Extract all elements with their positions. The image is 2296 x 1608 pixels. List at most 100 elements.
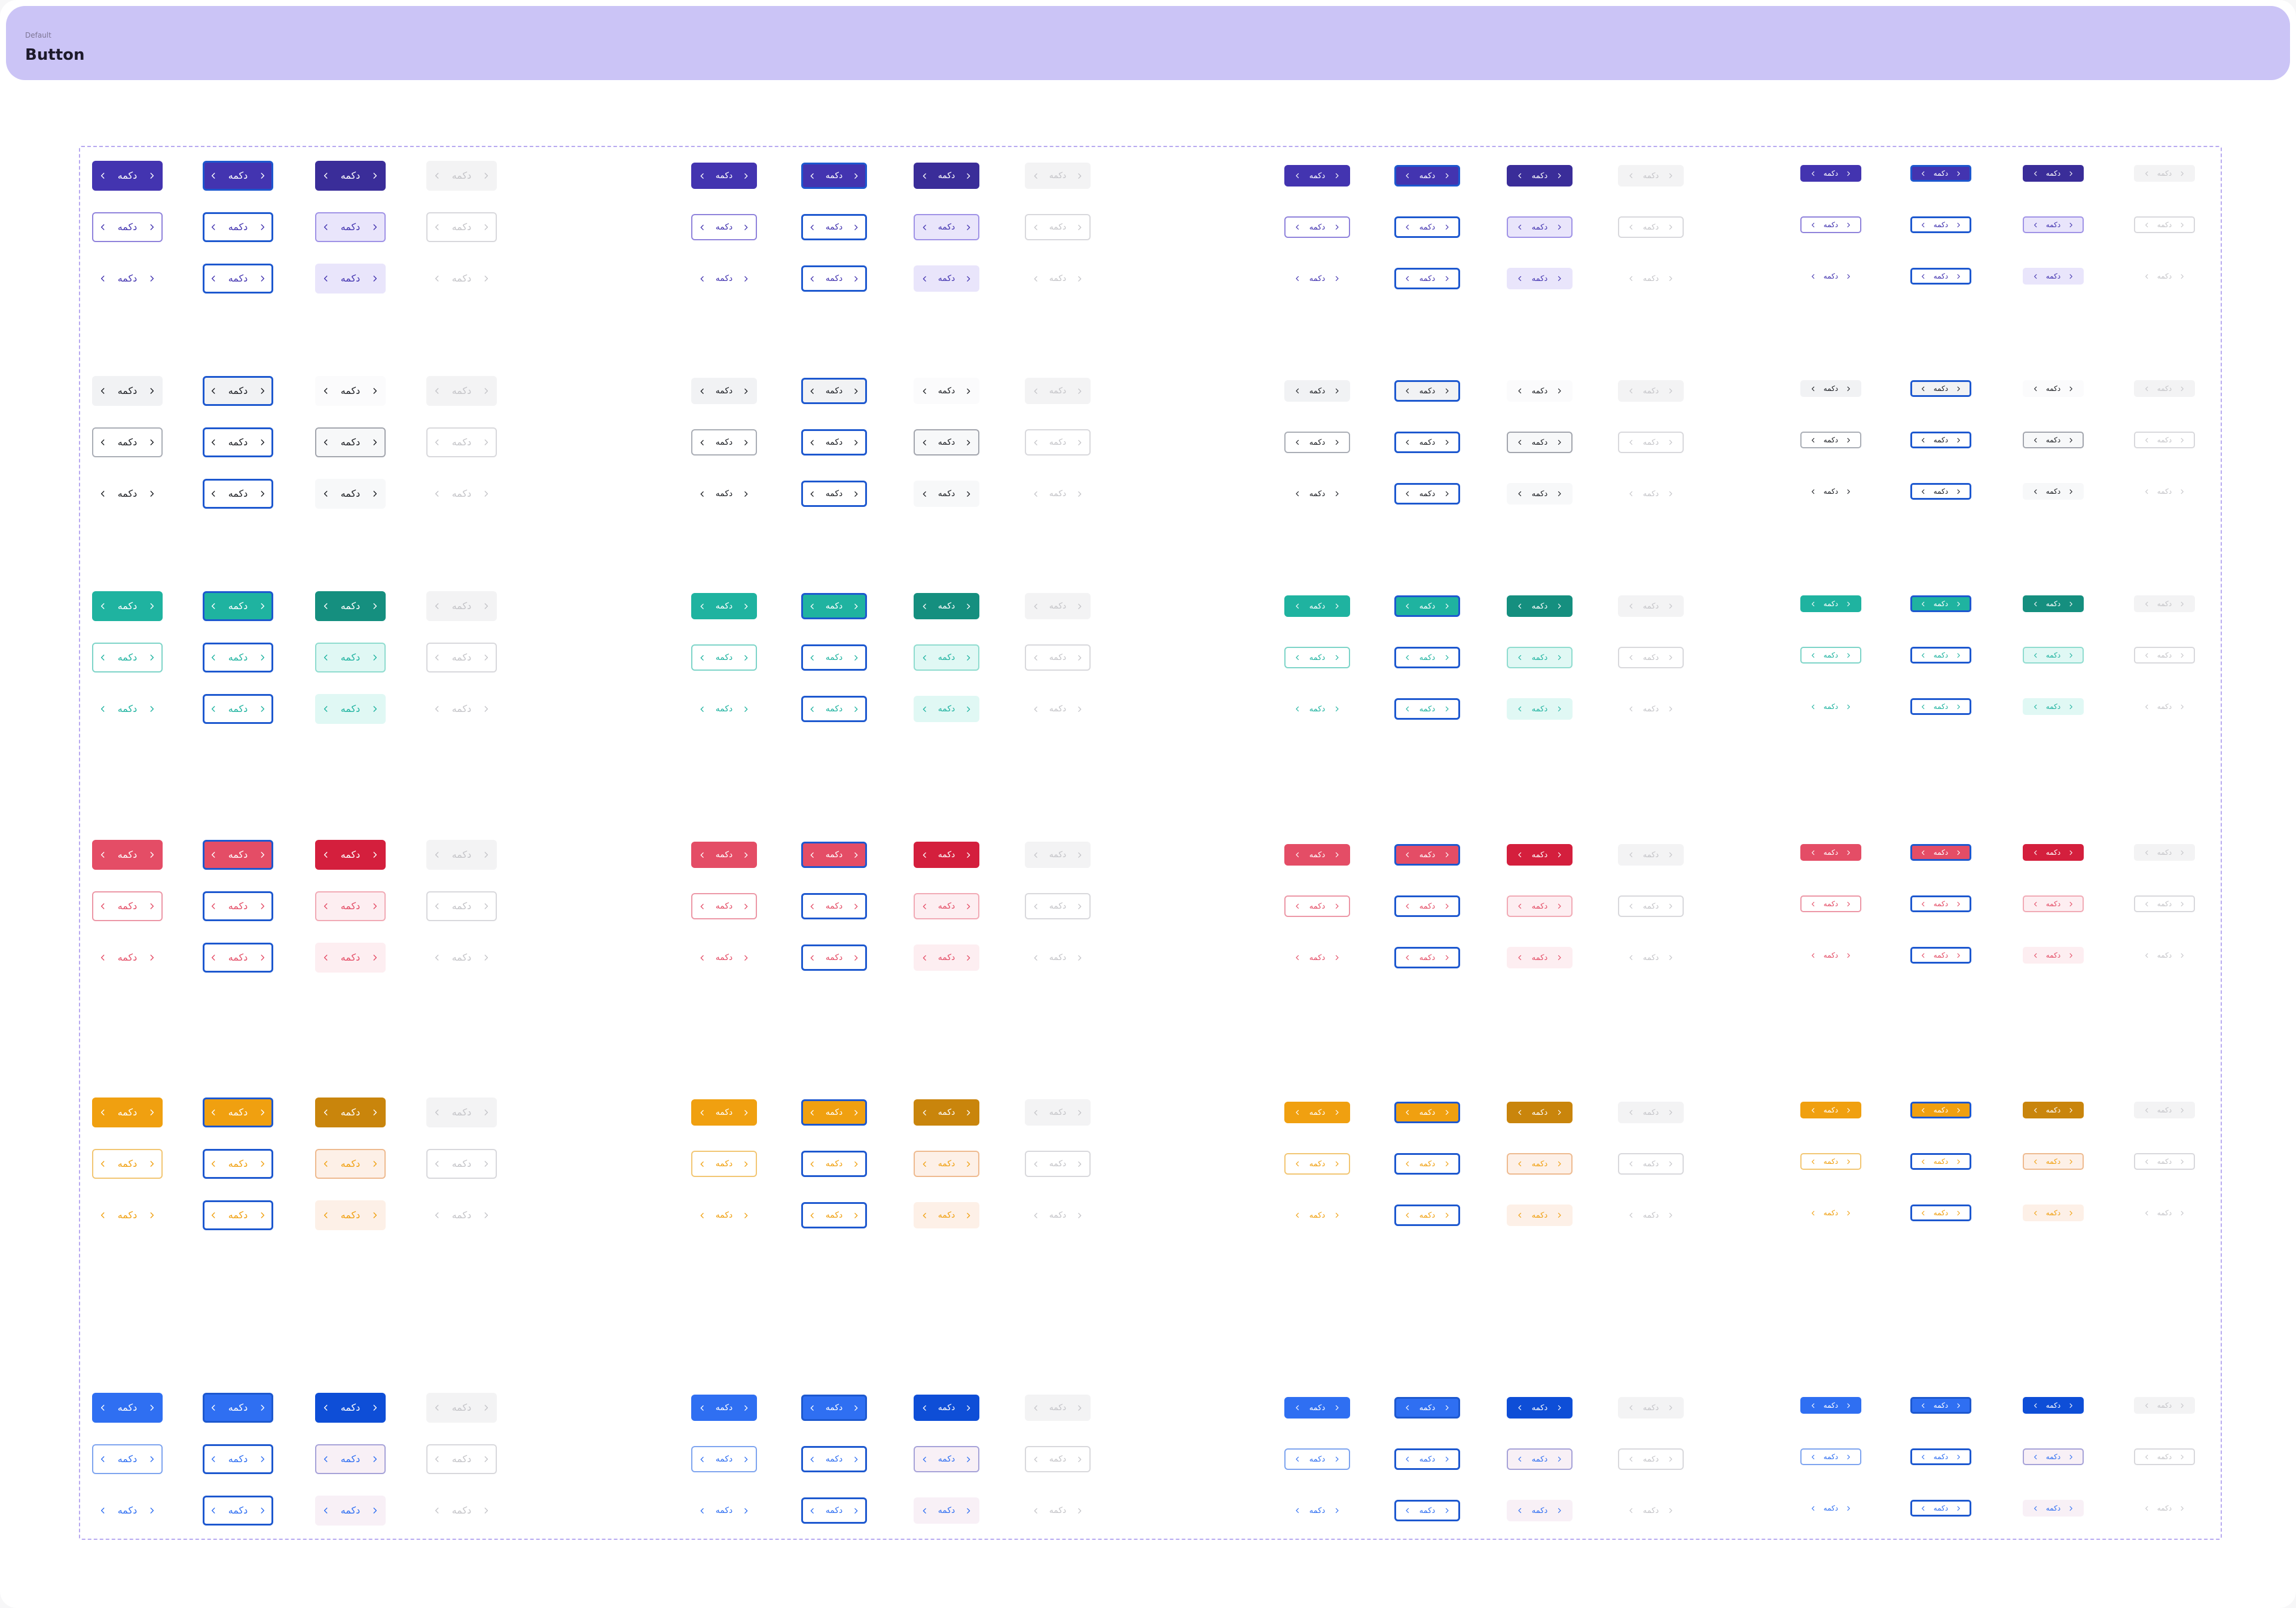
button-info-outlined-large-pressed[interactable]: دکمه — [315, 1444, 386, 1474]
button-neutral-outlined-small-pressed[interactable]: دکمه — [1507, 432, 1573, 453]
button-neutral-filled-small-pressed[interactable]: دکمه — [1507, 380, 1573, 402]
button-info-text-medium-focused[interactable]: دکمه — [801, 1497, 867, 1524]
button-neutral-filled-medium-pressed[interactable]: دکمه — [914, 378, 979, 404]
button-info-filled-x-small-default[interactable]: دکمه — [1800, 1397, 1861, 1414]
button-primary-text-x-small-pressed[interactable]: دکمه — [2023, 268, 2084, 285]
button-warning-text-small-focused[interactable]: دکمه — [1394, 1205, 1460, 1226]
button-primary-outlined-medium-focused[interactable]: دکمه — [801, 214, 867, 240]
button-neutral-outlined-large-default[interactable]: دکمه — [92, 427, 163, 457]
button-success-text-large-pressed[interactable]: دکمه — [315, 694, 386, 724]
button-neutral-outlined-large-pressed[interactable]: دکمه — [315, 427, 386, 457]
button-warning-text-x-small-focused[interactable]: دکمه — [1910, 1205, 1971, 1221]
button-info-filled-large-pressed[interactable]: دکمه — [315, 1393, 386, 1423]
button-primary-text-small-default[interactable]: دکمه — [1284, 268, 1350, 289]
button-info-text-large-pressed[interactable]: دکمه — [315, 1496, 386, 1526]
button-primary-filled-large-default[interactable]: دکمه — [92, 161, 163, 191]
button-neutral-text-x-small-default[interactable]: دکمه — [1800, 483, 1861, 500]
button-neutral-text-large-default[interactable]: دکمه — [92, 479, 163, 509]
button-warning-text-small-default[interactable]: دکمه — [1284, 1205, 1350, 1226]
button-primary-filled-x-small-default[interactable]: دکمه — [1800, 165, 1861, 182]
button-danger-outlined-small-pressed[interactable]: دکمه — [1507, 895, 1573, 917]
button-warning-outlined-x-small-default[interactable]: دکمه — [1800, 1153, 1861, 1170]
button-warning-text-medium-focused[interactable]: دکمه — [801, 1202, 867, 1228]
button-success-filled-large-focused[interactable]: دکمه — [203, 591, 273, 621]
button-warning-filled-large-pressed[interactable]: دکمه — [315, 1098, 386, 1127]
button-info-filled-large-default[interactable]: دکمه — [92, 1393, 163, 1423]
button-success-filled-medium-default[interactable]: دکمه — [691, 593, 757, 619]
button-primary-filled-small-default[interactable]: دکمه — [1284, 165, 1350, 187]
button-danger-filled-large-focused[interactable]: دکمه — [203, 840, 273, 870]
button-info-filled-small-default[interactable]: دکمه — [1284, 1397, 1350, 1419]
button-info-filled-large-focused[interactable]: دکمه — [203, 1393, 273, 1423]
button-primary-text-large-focused[interactable]: دکمه — [203, 264, 273, 294]
button-success-text-medium-default[interactable]: دکمه — [691, 696, 757, 722]
button-primary-outlined-medium-pressed[interactable]: دکمه — [914, 214, 979, 240]
button-warning-filled-large-default[interactable]: دکمه — [92, 1098, 163, 1127]
button-neutral-filled-large-default[interactable]: دکمه — [92, 376, 163, 406]
button-success-filled-small-default[interactable]: دکمه — [1284, 595, 1350, 617]
button-warning-filled-large-focused[interactable]: دکمه — [203, 1098, 273, 1127]
button-primary-text-small-pressed[interactable]: دکمه — [1507, 268, 1573, 289]
button-primary-filled-medium-focused[interactable]: دکمه — [801, 163, 867, 189]
button-success-text-large-default[interactable]: دکمه — [92, 694, 163, 724]
button-warning-text-large-pressed[interactable]: دکمه — [315, 1200, 386, 1230]
button-success-outlined-medium-default[interactable]: دکمه — [691, 644, 757, 671]
button-warning-outlined-small-pressed[interactable]: دکمه — [1507, 1153, 1573, 1175]
button-warning-outlined-small-default[interactable]: دکمه — [1284, 1153, 1350, 1175]
button-success-filled-x-small-pressed[interactable]: دکمه — [2023, 595, 2084, 612]
button-info-filled-x-small-pressed[interactable]: دکمه — [2023, 1397, 2084, 1414]
button-primary-text-medium-pressed[interactable]: دکمه — [914, 265, 979, 292]
button-primary-outlined-large-default[interactable]: دکمه — [92, 212, 163, 242]
button-danger-text-medium-focused[interactable]: دکمه — [801, 944, 867, 971]
button-success-text-medium-pressed[interactable]: دکمه — [914, 696, 979, 722]
button-danger-outlined-medium-default[interactable]: دکمه — [691, 893, 757, 919]
button-warning-filled-medium-pressed[interactable]: دکمه — [914, 1099, 979, 1126]
button-neutral-text-large-pressed[interactable]: دکمه — [315, 479, 386, 509]
button-danger-outlined-x-small-pressed[interactable]: دکمه — [2023, 895, 2084, 912]
button-warning-outlined-medium-pressed[interactable]: دکمه — [914, 1151, 979, 1177]
button-neutral-outlined-x-small-focused[interactable]: دکمه — [1910, 432, 1971, 448]
button-neutral-text-small-pressed[interactable]: دکمه — [1507, 483, 1573, 505]
button-info-outlined-x-small-focused[interactable]: دکمه — [1910, 1448, 1971, 1465]
button-info-filled-small-focused[interactable]: دکمه — [1394, 1397, 1460, 1419]
button-danger-filled-medium-default[interactable]: دکمه — [691, 842, 757, 868]
button-danger-text-x-small-focused[interactable]: دکمه — [1910, 947, 1971, 964]
button-primary-outlined-large-focused[interactable]: دکمه — [203, 212, 273, 242]
button-danger-text-x-small-pressed[interactable]: دکمه — [2023, 947, 2084, 964]
button-danger-text-medium-default[interactable]: دکمه — [691, 944, 757, 971]
button-danger-outlined-medium-focused[interactable]: دکمه — [801, 893, 867, 919]
button-warning-outlined-medium-default[interactable]: دکمه — [691, 1151, 757, 1177]
button-neutral-text-small-focused[interactable]: دکمه — [1394, 483, 1460, 505]
button-warning-outlined-x-small-pressed[interactable]: دکمه — [2023, 1153, 2084, 1170]
button-primary-text-large-pressed[interactable]: دکمه — [315, 264, 386, 294]
button-primary-filled-small-pressed[interactable]: دکمه — [1507, 165, 1573, 187]
button-neutral-text-x-small-focused[interactable]: دکمه — [1910, 483, 1971, 500]
button-danger-filled-x-small-pressed[interactable]: دکمه — [2023, 844, 2084, 861]
button-info-filled-x-small-focused[interactable]: دکمه — [1910, 1397, 1971, 1414]
button-danger-filled-x-small-default[interactable]: دکمه — [1800, 844, 1861, 861]
button-success-outlined-x-small-focused[interactable]: دکمه — [1910, 647, 1971, 664]
button-primary-filled-large-focused[interactable]: دکمه — [203, 161, 273, 191]
button-info-text-x-small-focused[interactable]: دکمه — [1910, 1500, 1971, 1517]
button-info-filled-medium-focused[interactable]: دکمه — [801, 1395, 867, 1421]
button-warning-text-medium-default[interactable]: دکمه — [691, 1202, 757, 1228]
button-success-text-large-focused[interactable]: دکمه — [203, 694, 273, 724]
button-danger-text-x-small-default[interactable]: دکمه — [1800, 947, 1861, 964]
button-primary-text-medium-focused[interactable]: دکمه — [801, 265, 867, 292]
button-primary-outlined-small-default[interactable]: دکمه — [1284, 216, 1350, 238]
button-warning-filled-medium-focused[interactable]: دکمه — [801, 1099, 867, 1126]
button-success-filled-medium-pressed[interactable]: دکمه — [914, 593, 979, 619]
button-info-text-x-small-pressed[interactable]: دکمه — [2023, 1500, 2084, 1517]
button-info-outlined-medium-focused[interactable]: دکمه — [801, 1446, 867, 1472]
button-success-text-x-small-default[interactable]: دکمه — [1800, 698, 1861, 715]
button-danger-outlined-large-pressed[interactable]: دکمه — [315, 891, 386, 921]
button-warning-text-x-small-default[interactable]: دکمه — [1800, 1205, 1861, 1221]
button-primary-text-medium-default[interactable]: دکمه — [691, 265, 757, 292]
button-success-filled-medium-focused[interactable]: دکمه — [801, 593, 867, 619]
button-info-filled-small-pressed[interactable]: دکمه — [1507, 1397, 1573, 1419]
button-primary-outlined-x-small-pressed[interactable]: دکمه — [2023, 216, 2084, 233]
button-neutral-outlined-small-focused[interactable]: دکمه — [1394, 432, 1460, 453]
button-primary-text-x-small-default[interactable]: دکمه — [1800, 268, 1861, 285]
button-primary-outlined-x-small-focused[interactable]: دکمه — [1910, 216, 1971, 233]
button-neutral-filled-large-focused[interactable]: دکمه — [203, 376, 273, 406]
